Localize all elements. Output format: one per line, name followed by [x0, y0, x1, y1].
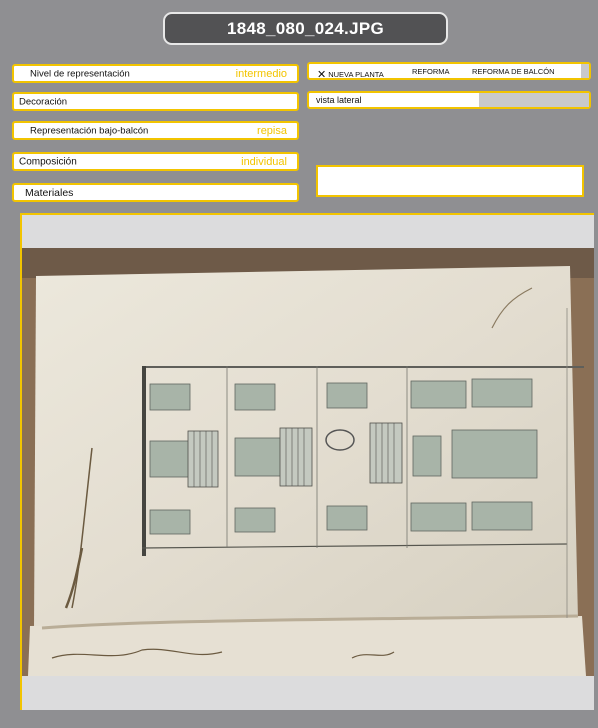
option-reforma-balcon[interactable]: REFORMA DE BALCÓN — [472, 67, 555, 76]
representacion-bajo-balcon-field[interactable]: Representación bajo-balcón repisa — [12, 121, 299, 140]
nivel-representacion-field[interactable]: Nivel de representación intermedio — [12, 64, 299, 83]
notes-input[interactable] — [316, 165, 584, 197]
option-nueva-planta-label: NUEVA PLANTA — [328, 70, 384, 79]
representacion-bajo-balcon-value: repisa — [257, 124, 287, 137]
file-title: 1848_080_024.JPG — [163, 12, 448, 45]
nivel-representacion-value: intermedio — [235, 67, 287, 80]
options-scrollbar — [581, 64, 589, 78]
decoracion-field[interactable]: Decoración — [12, 92, 299, 111]
composicion-label: Composición — [19, 156, 77, 167]
composicion-value: individual — [241, 155, 287, 168]
checked-x-icon: ✕ — [317, 69, 327, 81]
composicion-field[interactable]: Composición individual — [12, 152, 299, 171]
materiales-field[interactable]: Materiales — [12, 183, 299, 202]
vista-label: vista lateral — [316, 95, 362, 105]
decoracion-label: Decoración — [19, 96, 68, 107]
vista-shade — [479, 93, 589, 107]
vista-field[interactable]: vista lateral — [307, 91, 591, 109]
representacion-bajo-balcon-label: Representación bajo-balcón — [30, 125, 149, 136]
document-photo — [22, 248, 594, 676]
nivel-representacion-label: Nivel de representación — [30, 68, 130, 79]
image-viewer — [20, 213, 594, 710]
option-nueva-planta[interactable]: ✕ NUEVA PLANTA — [317, 67, 384, 81]
option-reforma[interactable]: REFORMA — [412, 67, 450, 76]
tipo-obra-options: ✕ NUEVA PLANTA REFORMA REFORMA DE BALCÓN — [307, 62, 591, 81]
materiales-label: Materiales — [25, 186, 74, 199]
